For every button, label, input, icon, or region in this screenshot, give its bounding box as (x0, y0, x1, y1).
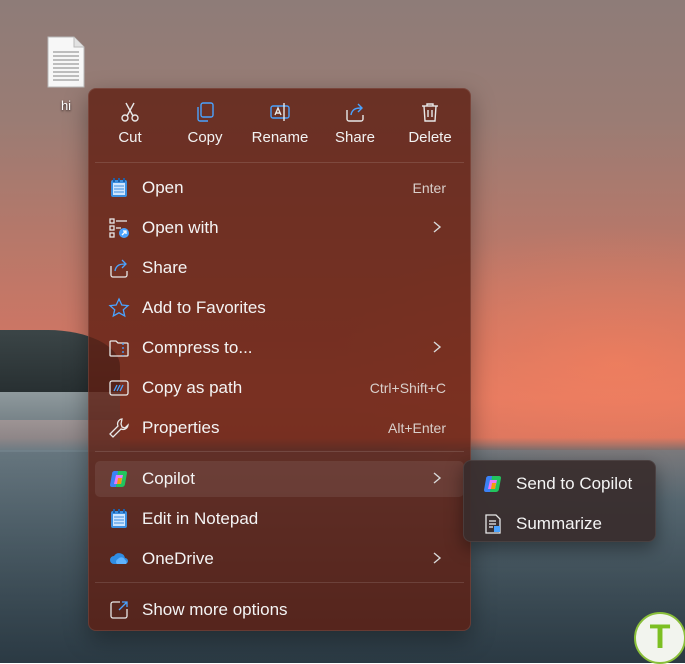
rename-button[interactable]: Rename (244, 95, 316, 157)
rename-icon (270, 103, 290, 121)
menu-item-label: Copy as path (142, 378, 243, 397)
copy-path-icon (109, 380, 129, 396)
open-with-icon (109, 218, 129, 238)
share-icon (346, 103, 364, 122)
menu-item-copy-as-path[interactable]: Copy as path Ctrl+Shift+C (95, 370, 464, 406)
show-more-icon (110, 601, 128, 619)
copy-button[interactable]: Copy (169, 95, 241, 157)
copilot-icon (484, 476, 501, 492)
zip-folder-icon (109, 340, 129, 357)
copy-icon (197, 102, 214, 122)
star-icon (108, 297, 130, 318)
menu-item-label: Edit in Notepad (142, 509, 259, 528)
menu-item-compress-to[interactable]: Compress to... (95, 330, 464, 366)
submenu-item-summarize[interactable]: Summarize (468, 505, 651, 541)
menu-item-open-with[interactable]: Open with (95, 210, 464, 246)
shortcut-text: Alt+Enter (388, 420, 446, 436)
trash-icon (422, 103, 438, 122)
text-document-icon (46, 36, 86, 88)
share-icon (110, 259, 128, 278)
watermark-logo: T (634, 612, 685, 664)
menu-item-label: Open with (142, 218, 219, 237)
copilot-icon (110, 471, 127, 487)
submenu-item-label: Send to Copilot (516, 474, 633, 493)
menu-item-properties[interactable]: Properties Alt+Enter (95, 410, 464, 446)
menu-toolbar: Cut Copy Rename Share Delete (89, 89, 470, 161)
menu-item-edit-in-notepad[interactable]: Edit in Notepad (95, 501, 464, 537)
menu-item-label: Open (142, 178, 184, 197)
submenu-item-send-to-copilot[interactable]: Send to Copilot (468, 465, 651, 501)
menu-item-open[interactable]: Open Enter (95, 170, 464, 206)
desktop-file[interactable]: hi (40, 36, 92, 113)
cut-button[interactable]: Cut (94, 95, 166, 157)
notepad-icon (111, 509, 127, 528)
delete-button[interactable]: Delete (394, 95, 466, 157)
menu-divider (95, 582, 464, 583)
chevron-right-icon (433, 341, 442, 353)
menu-item-label: Properties (142, 418, 220, 437)
share-label: Share (334, 129, 376, 146)
toolbar-divider (95, 162, 464, 163)
delete-label: Delete (408, 129, 452, 146)
shortcut-text: Ctrl+Shift+C (369, 380, 446, 396)
menu-item-label: OneDrive (142, 549, 214, 568)
cut-label: Cut (118, 129, 142, 146)
notepad-icon (111, 178, 127, 197)
menu-item-label: Compress to... (142, 338, 253, 357)
summarize-icon (485, 514, 501, 534)
watermark-letter: T (649, 618, 671, 656)
context-menu: Cut Copy Rename Share Delete Open Enter … (88, 88, 471, 631)
rename-label: Rename (251, 129, 309, 146)
menu-item-label: Add to Favorites (142, 298, 266, 317)
copilot-submenu: Send to Copilot Summarize (463, 460, 656, 542)
onedrive-cloud-icon (110, 553, 128, 564)
menu-item-show-more-options[interactable]: Show more options (95, 592, 464, 628)
submenu-item-label: Summarize (516, 514, 602, 533)
scissors-icon (121, 102, 139, 122)
menu-item-label: Copilot (142, 469, 195, 488)
menu-item-onedrive[interactable]: OneDrive (95, 541, 464, 577)
share-toolbar-button[interactable]: Share (319, 95, 391, 157)
menu-item-share[interactable]: Share (95, 250, 464, 286)
menu-divider (95, 451, 464, 452)
menu-item-label: Share (142, 258, 188, 277)
chevron-right-icon (433, 221, 442, 233)
copy-label: Copy (187, 129, 223, 146)
menu-item-copilot[interactable]: Copilot (95, 461, 464, 497)
shortcut-text: Enter (412, 180, 446, 196)
menu-item-add-to-favorites[interactable]: Add to Favorites (95, 290, 464, 326)
chevron-right-icon (433, 552, 442, 564)
chevron-right-icon (433, 472, 442, 484)
wrench-icon (109, 418, 129, 438)
file-name-label: hi (60, 98, 72, 113)
menu-item-label: Show more options (142, 600, 288, 619)
